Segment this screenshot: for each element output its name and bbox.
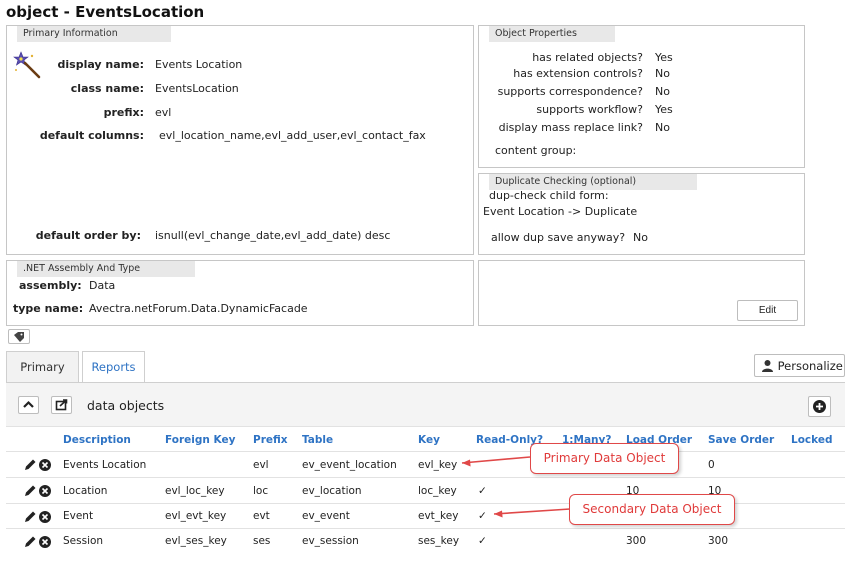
secondary-callout-arrow <box>493 508 571 515</box>
secondary-data-object-callout: Secondary Data Object <box>569 494 735 525</box>
callout-arrows <box>461 456 571 518</box>
primary-callout-arrow <box>461 456 531 464</box>
secondary-callout-arrowhead <box>494 510 503 518</box>
primary-data-object-callout: Primary Data Object <box>530 443 679 474</box>
primary-callout-arrowhead <box>462 459 471 467</box>
